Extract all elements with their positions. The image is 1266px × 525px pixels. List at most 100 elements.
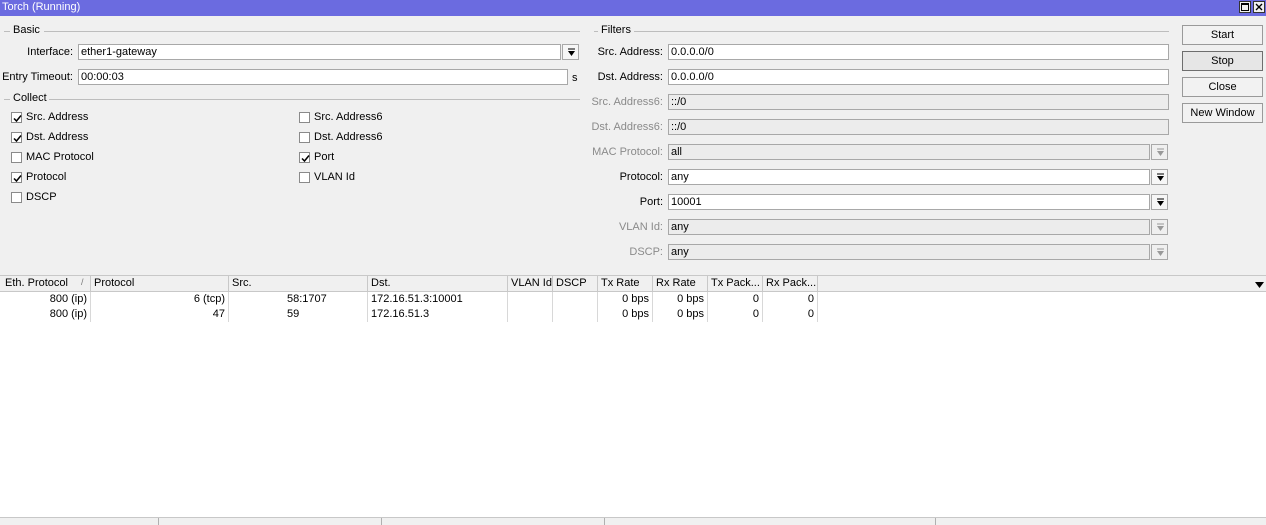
collect-label: MAC Protocol <box>26 151 94 163</box>
dropdown-arrow-icon <box>1157 148 1164 156</box>
table-cell: 0 <box>763 292 818 307</box>
dst-address6-field: ::/0 <box>668 119 1169 135</box>
table-cell: 0 bps <box>653 307 708 322</box>
column-header[interactable]: VLAN Id <box>508 276 553 291</box>
table-cell: 59 <box>229 307 368 322</box>
dscp-dropdown <box>1151 244 1168 260</box>
collect-checkbox-dscp[interactable] <box>11 192 22 203</box>
collect-checkbox-port[interactable] <box>299 152 310 163</box>
dropdown-arrow-icon <box>1157 248 1164 256</box>
table-cell <box>553 292 598 307</box>
column-header[interactable]: Tx Pack... <box>708 276 763 291</box>
close-button[interactable]: Close <box>1182 77 1263 97</box>
table-cell: 0 <box>763 307 818 322</box>
collect-label: Dst. Address <box>26 131 89 143</box>
interface-field[interactable]: ether1-gateway <box>78 44 561 60</box>
collect-label: Src. Address <box>26 111 89 123</box>
checkmark-icon <box>301 155 310 163</box>
table-cell: 47 <box>91 307 229 322</box>
collect-label: Protocol <box>26 171 67 183</box>
collect-label: DSCP <box>26 191 57 203</box>
collect-section-label: Collect <box>13 92 47 104</box>
table-cell: 0 bps <box>598 292 653 307</box>
interface-dropdown[interactable] <box>562 44 579 60</box>
new-window-button[interactable]: New Window <box>1182 103 1263 123</box>
collect-label: Dst. Address6 <box>314 131 383 143</box>
column-header[interactable]: Rx Rate <box>653 276 708 291</box>
close-icon[interactable] <box>1253 1 1265 13</box>
vlan-id-field: any <box>668 219 1150 235</box>
basic-divider <box>44 31 580 32</box>
column-header[interactable]: Rx Pack... <box>763 276 818 291</box>
table-cell: 172.16.51.3 <box>368 307 508 322</box>
dropdown-arrow-icon <box>1157 173 1164 181</box>
protocol-label: Protocol: <box>619 171 663 183</box>
column-header[interactable]: Eth. Protocol <box>2 276 91 291</box>
dst-address-label: Dst. Address: <box>597 71 663 83</box>
mac-protocol-field: all <box>668 144 1150 160</box>
collect-checkbox-dst-address[interactable] <box>11 132 22 143</box>
filters-divider <box>634 31 1169 32</box>
column-menu-icon[interactable] <box>1255 280 1264 292</box>
table-cell: 0 <box>708 292 763 307</box>
table-cell <box>508 292 553 307</box>
mac-protocol-dropdown <box>1151 144 1168 160</box>
dst-address6-label: Dst. Address6: <box>591 121 663 133</box>
table-cell: 800 (ip) <box>2 307 91 322</box>
collect-label: Port <box>314 151 335 163</box>
checkmark-icon <box>13 115 22 123</box>
src-address-label: Src. Address: <box>597 46 663 58</box>
vlan-id-label: VLAN Id: <box>618 221 663 233</box>
dscp-field: any <box>668 244 1150 260</box>
port-dropdown[interactable] <box>1151 194 1168 210</box>
collect-checkbox-dst-address6[interactable] <box>299 132 310 143</box>
collect-checkbox-vlan-id[interactable] <box>299 172 310 183</box>
interface-label: Interface: <box>27 46 73 58</box>
basic-divider-left <box>4 31 10 32</box>
src-address-field[interactable]: 0.0.0.0/0 <box>668 44 1169 60</box>
maximize-icon[interactable] <box>1239 1 1251 13</box>
collect-divider-left <box>4 99 10 100</box>
vlan-id-dropdown <box>1151 219 1168 235</box>
table-cell <box>508 307 553 322</box>
collect-label: VLAN Id <box>314 171 355 183</box>
collect-divider <box>49 99 580 100</box>
checkmark-icon <box>13 135 22 143</box>
table-cell: 0 bps <box>598 307 653 322</box>
table-header: / Eth. Protocol Protocol Src. Dst. VLAN Id DS… <box>0 275 1266 292</box>
entry-timeout-label: Entry Timeout: <box>2 71 73 83</box>
window-title: Torch (Running) <box>2 1 81 13</box>
port-label: Port: <box>639 196 663 208</box>
mac-protocol-label: MAC Protocol: <box>592 146 663 158</box>
collect-checkbox-mac-protocol[interactable] <box>11 152 22 163</box>
dst-address-field[interactable]: 0.0.0.0/0 <box>668 69 1169 85</box>
table-row[interactable]: 800 (ip) 6 (tcp) 58:1707 172.16.51.3:10001 0… <box>0 292 820 307</box>
title-bar: Torch (Running) <box>0 0 1266 16</box>
port-field[interactable]: 10001 <box>668 194 1150 210</box>
column-header[interactable]: Dst. <box>368 276 508 291</box>
basic-section-label: Basic <box>13 24 40 36</box>
protocol-dropdown[interactable] <box>1151 169 1168 185</box>
start-button[interactable]: Start <box>1182 25 1263 45</box>
filters-section-label: Filters <box>601 24 631 36</box>
src-address6-field: ::/0 <box>668 94 1169 110</box>
src-address6-label: Src. Address6: <box>591 96 663 108</box>
collect-label: Src. Address6 <box>314 111 383 123</box>
collect-checkbox-protocol[interactable] <box>11 172 22 183</box>
collect-checkbox-src-address6[interactable] <box>299 112 310 123</box>
stop-button[interactable]: Stop <box>1182 51 1263 71</box>
table-cell: 0 bps <box>653 292 708 307</box>
dscp-label: DSCP: <box>629 246 663 258</box>
entry-timeout-field[interactable]: 00:00:03 <box>78 69 568 85</box>
column-header[interactable]: Src. <box>229 276 368 291</box>
table-row[interactable]: 800 (ip) 47 59 172.16.51.3 0 bps 0 bps 0 0 <box>0 307 820 322</box>
column-header[interactable]: Protocol <box>91 276 229 291</box>
dropdown-arrow-icon <box>568 48 575 56</box>
column-header[interactable]: Tx Rate <box>598 276 653 291</box>
dropdown-arrow-icon <box>1157 198 1164 206</box>
checkmark-icon <box>13 175 22 183</box>
collect-checkbox-src-address[interactable] <box>11 112 22 123</box>
protocol-field[interactable]: any <box>668 169 1150 185</box>
table-cell: 6 (tcp) <box>91 292 229 307</box>
column-header[interactable]: DSCP <box>553 276 598 291</box>
